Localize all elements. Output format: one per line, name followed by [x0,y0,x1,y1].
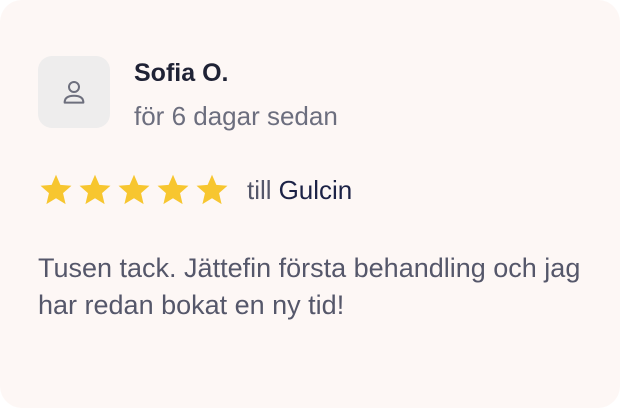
review-date: för 6 dagar sedan [134,101,338,131]
review-text: Tusen tack. Jättefin första behandling o… [38,253,581,320]
recipient-name: Gulcin [278,175,353,205]
star-icon [79,174,111,205]
avatar [38,56,110,128]
reviewer-name: Sofia O. [134,59,229,87]
star-icon [118,174,150,205]
star-icon [196,174,228,205]
star-icon [40,174,72,205]
user-icon [63,81,85,104]
rating-row: till Gulcin [38,170,352,210]
review-card: Sofia O. för 6 dagar sedan till Gulcin T… [0,0,620,408]
star-rating [38,172,233,208]
recipient-label: till [247,175,272,205]
star-icon [157,174,189,205]
